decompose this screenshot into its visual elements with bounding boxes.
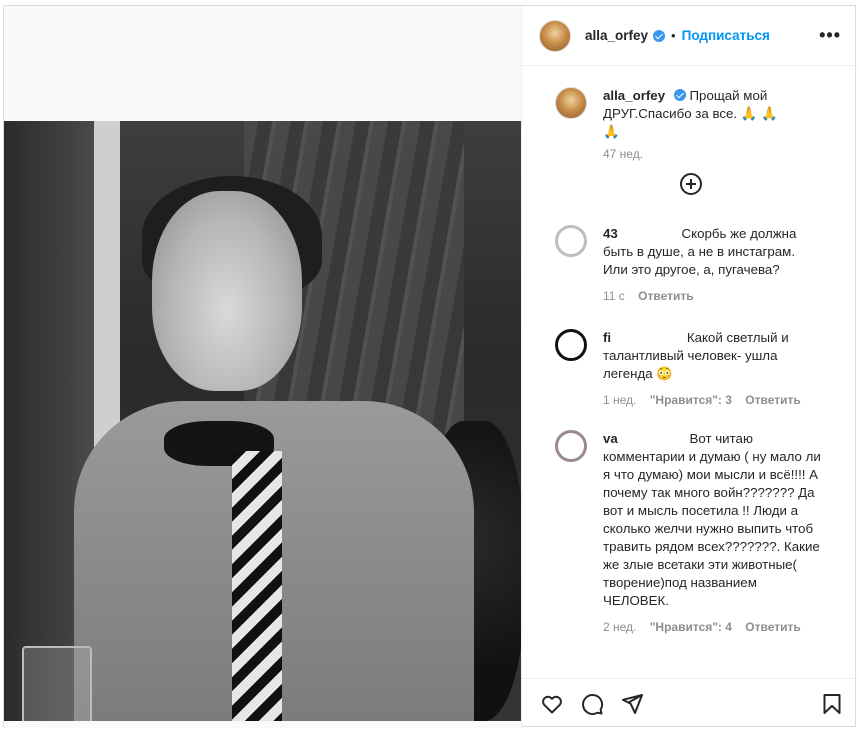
comment-time[interactable]: 11 с [603, 289, 625, 303]
bookmark-icon[interactable] [820, 692, 844, 716]
more-options-icon[interactable]: ••• [819, 25, 841, 46]
comment-text: Какой светлый и талантливый человек- ушл… [603, 330, 789, 381]
reply-button[interactable]: Ответить [638, 289, 693, 303]
commenter-avatar[interactable] [555, 329, 587, 361]
comment-item: 43 Скорбь же должна быть в душе, а не в … [538, 225, 843, 303]
verified-icon [673, 89, 686, 101]
load-more-comments-icon[interactable] [680, 173, 702, 195]
comment-icon[interactable] [580, 692, 604, 716]
comment-time[interactable]: 1 нед. [603, 393, 636, 407]
commenter-username[interactable]: fi [603, 330, 611, 345]
photo-glass [22, 646, 92, 721]
comment-text: Скорбь же должна быть в душе, а не в инс… [603, 226, 797, 277]
reply-button[interactable]: Ответить [745, 620, 800, 634]
follow-button[interactable]: Подписаться [682, 28, 770, 43]
likes-count[interactable]: "Нравится": 4 [650, 620, 732, 634]
post-media [4, 6, 521, 728]
post-photo[interactable] [4, 121, 521, 721]
commenter-username[interactable]: va [603, 431, 618, 446]
heart-icon[interactable] [540, 692, 564, 716]
commenter-avatar[interactable] [555, 430, 587, 462]
comment-item: fi Какой светлый и талантливый человек- … [538, 329, 843, 407]
caption-username[interactable]: alla_orfey [603, 88, 665, 103]
post-header: alla_orfey • Подписаться ••• [522, 6, 857, 66]
comment-text: Вот читаю комментарии и думаю ( ну мало … [603, 431, 821, 608]
photo-panel [94, 121, 120, 451]
reply-button[interactable]: Ответить [745, 393, 800, 407]
photo-face [152, 191, 302, 391]
post-dialog: alla_orfey • Подписаться ••• alla_orfey … [3, 5, 857, 728]
verified-icon [653, 29, 666, 42]
author-username[interactable]: alla_orfey [585, 28, 648, 43]
separator-dot: • [671, 28, 676, 43]
caption-time[interactable]: 47 нед. [603, 147, 643, 161]
caption: alla_orfey Прощай мой ДРУГ.Спасибо за вс… [538, 87, 843, 161]
comment-time[interactable]: 2 нед. [603, 620, 636, 634]
likes-count[interactable]: "Нравится": 3 [650, 393, 732, 407]
commenter-avatar[interactable] [555, 225, 587, 257]
post-actions-bar [522, 678, 857, 728]
share-icon[interactable] [620, 692, 644, 716]
caption-avatar[interactable] [555, 87, 587, 119]
photo-tie [232, 451, 282, 721]
comment-item: va Вот читаю комментарии и думаю ( ну ма… [538, 430, 843, 634]
commenter-username[interactable]: 43 [603, 226, 618, 241]
post-sidebar: alla_orfey • Подписаться ••• alla_orfey … [521, 6, 857, 728]
comments-list[interactable]: alla_orfey Прощай мой ДРУГ.Спасибо за вс… [522, 67, 857, 677]
author-avatar[interactable] [539, 19, 571, 52]
